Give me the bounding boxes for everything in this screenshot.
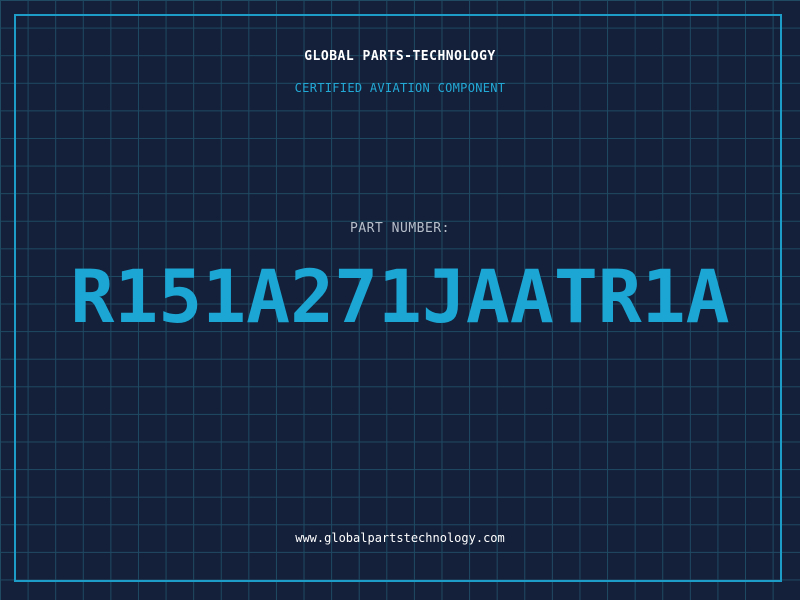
certification-subtitle: CERTIFIED AVIATION COMPONENT (294, 81, 506, 95)
label-canvas: GLOBAL PARTS-TECHNOLOGY CERTIFIED AVIATI… (0, 0, 800, 600)
part-number-value: R151A271JAATR1A (70, 255, 730, 340)
brand-title: GLOBAL PARTS-TECHNOLOGY (304, 49, 496, 64)
website-url: www.globalpartstechnology.com (295, 531, 505, 545)
part-number-label: PART NUMBER: (350, 221, 450, 236)
